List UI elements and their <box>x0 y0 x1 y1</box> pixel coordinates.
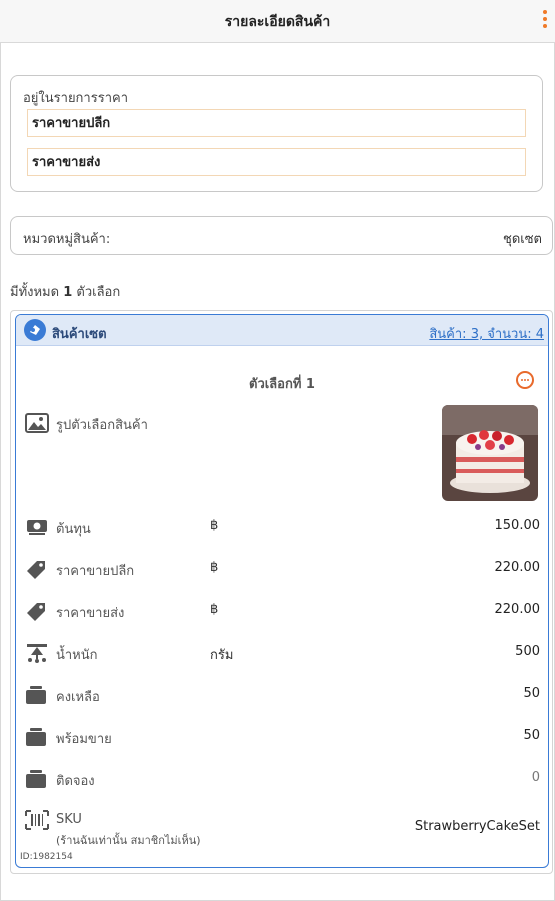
cost-money-icon <box>25 518 47 536</box>
row-unit-weight: กรัม <box>210 648 234 663</box>
product-set-icon <box>24 319 46 341</box>
top-bar: รายละเอียดสินค้า <box>0 0 555 43</box>
row-value-retail: 220.00 <box>494 560 541 575</box>
row-value-cost: 150.00 <box>494 518 541 533</box>
row-label-weight: น้ำหนัก <box>56 648 98 663</box>
option-more-icon[interactable] <box>516 371 534 389</box>
row-value-weight: 500 <box>515 644 540 659</box>
price-list-label: อยู่ในรายการราคา <box>23 91 128 106</box>
row-value-wholesale: 220.00 <box>494 602 541 617</box>
row-unit-cost: ฿ <box>210 518 219 533</box>
category-label: หมวดหมู่สินค้า: <box>23 232 111 247</box>
row-label-cost: ต้นทุน <box>56 522 91 537</box>
barcode-icon <box>25 810 49 830</box>
category-card[interactable]: หมวดหมู่สินค้า: ชุดเซต <box>10 216 553 255</box>
product-set-label: สินค้าเซต <box>52 327 107 342</box>
price-list-item-wholesale: ราคาขายส่ง <box>27 148 526 176</box>
row-label-wholesale: ราคาขายส่ง <box>56 606 125 621</box>
row-label-reserved: ติดจอง <box>56 774 95 789</box>
row-unit-retail: ฿ <box>210 560 219 575</box>
stock-box-icon <box>25 685 47 704</box>
set-items-link[interactable]: สินค้า: 3, จำนวน: 4 <box>429 323 544 344</box>
product-photo[interactable] <box>442 405 538 501</box>
row-label-available: พร้อมขาย <box>56 732 112 747</box>
variant-id: ID:1982154 <box>20 852 73 862</box>
sku-label: SKU <box>56 812 82 827</box>
row-label-retail: ราคาขายปลีก <box>56 564 135 579</box>
stock-box-icon <box>25 769 47 788</box>
sku-note: (ร้านฉันเท่านั้น สมาชิกไม่เห็น) <box>56 834 201 847</box>
image-icon <box>25 413 49 433</box>
scale-weight-icon <box>25 643 47 663</box>
option-title: ตัวเลือกที่ 1 <box>249 377 315 392</box>
price-list-item-retail: ราคาขายปลีก <box>27 109 526 137</box>
category-value: ชุดเซต <box>503 232 542 247</box>
variant-card: สินค้าเซต สินค้า: 3, จำนวน: 4 ตัวเลือกที… <box>15 314 549 868</box>
stock-box-icon <box>25 727 47 746</box>
price-tag-icon <box>25 559 47 579</box>
sku-value: StrawberryCakeSet <box>414 819 540 834</box>
price-list-card: อยู่ในรายการราคา ราคาขายปลีก ราคาขายส่ง <box>10 75 543 192</box>
price-tag-icon <box>25 601 47 621</box>
page-title: รายละเอียดสินค้า <box>224 14 331 30</box>
variant-header: สินค้าเซต สินค้า: 3, จำนวน: 4 <box>16 315 548 346</box>
row-label-stock: คงเหลือ <box>56 690 100 705</box>
image-label: รูปตัวเลือกสินค้า <box>56 418 148 433</box>
row-value-stock: 50 <box>523 686 540 701</box>
row-value-reserved: 0 <box>531 770 540 785</box>
kebab-menu-icon[interactable] <box>541 10 549 32</box>
variant-count-prefix: มีทั้งหมด <box>10 285 60 300</box>
variant-count-suffix: ตัวเลือก <box>76 285 121 300</box>
variant-count-number: 1 <box>63 285 73 300</box>
variant-count: มีทั้งหมด 1 ตัวเลือก <box>10 281 120 302</box>
row-value-available: 50 <box>523 728 540 743</box>
row-unit-wholesale: ฿ <box>210 602 219 617</box>
